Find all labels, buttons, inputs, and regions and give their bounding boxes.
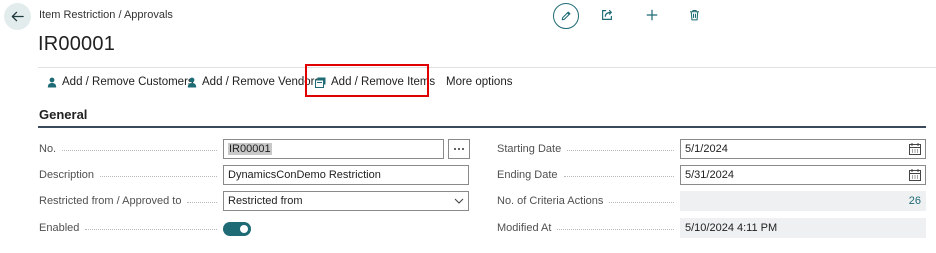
highlight-box: [305, 64, 429, 97]
action-label: More options: [446, 76, 513, 88]
new-button[interactable]: [643, 6, 661, 24]
no-field[interactable]: IR00001: [223, 139, 444, 159]
action-label: Add / Remove Customers: [62, 76, 194, 88]
modified-at-value: 5/10/2024 4:11 PM: [680, 218, 926, 238]
section-divider: [38, 126, 926, 128]
ending-date-field[interactable]: 5/31/2024: [680, 165, 926, 185]
criteria-actions-value[interactable]: 26: [680, 191, 926, 211]
share-icon: [602, 9, 612, 20]
field-label-enabled: Enabled: [39, 218, 223, 238]
ellipsis-icon: [454, 148, 464, 150]
chevron-down-icon: [454, 198, 464, 204]
edit-pencil-icon: [561, 11, 571, 21]
enabled-toggle[interactable]: [223, 222, 251, 236]
share-button[interactable]: [598, 6, 616, 24]
field-label-no: No.: [39, 139, 223, 159]
field-label-criteria-actions: No. of Criteria Actions: [497, 191, 680, 211]
add-remove-customers-action[interactable]: Add / Remove Customers: [47, 68, 194, 96]
person-icon: [187, 77, 197, 87]
person-icon: [47, 77, 57, 87]
starting-date-field[interactable]: 5/1/2024: [680, 139, 926, 159]
edit-button[interactable]: [553, 3, 579, 29]
new-plus-icon: [646, 9, 658, 21]
calendar-icon[interactable]: [909, 143, 921, 155]
section-title: General: [39, 107, 88, 122]
field-label-description: Description: [39, 165, 223, 185]
lookup-button[interactable]: [448, 139, 470, 159]
delete-trash-icon: [689, 10, 699, 21]
field-label-restricted: Restricted from / Approved to: [39, 191, 223, 211]
delete-button[interactable]: [685, 6, 703, 24]
field-label-modified-at: Modified At: [497, 218, 680, 238]
page-title: IR00001: [38, 33, 116, 55]
description-field[interactable]: DynamicsConDemo Restriction: [223, 165, 469, 185]
back-button[interactable]: [4, 3, 31, 30]
breadcrumb: Item Restriction / Approvals: [39, 9, 173, 21]
more-options-action[interactable]: More options: [446, 68, 512, 96]
toggle-knob: [240, 225, 248, 233]
calendar-icon[interactable]: [909, 169, 921, 181]
field-label-ending-date: Ending Date: [497, 165, 680, 185]
add-remove-vendors-action[interactable]: Add / Remove Vendors: [187, 68, 320, 96]
action-label: Add / Remove Vendors: [202, 76, 321, 88]
restricted-select[interactable]: Restricted from: [223, 191, 469, 211]
back-arrow-icon: [11, 11, 24, 22]
field-label-starting-date: Starting Date: [497, 139, 680, 159]
